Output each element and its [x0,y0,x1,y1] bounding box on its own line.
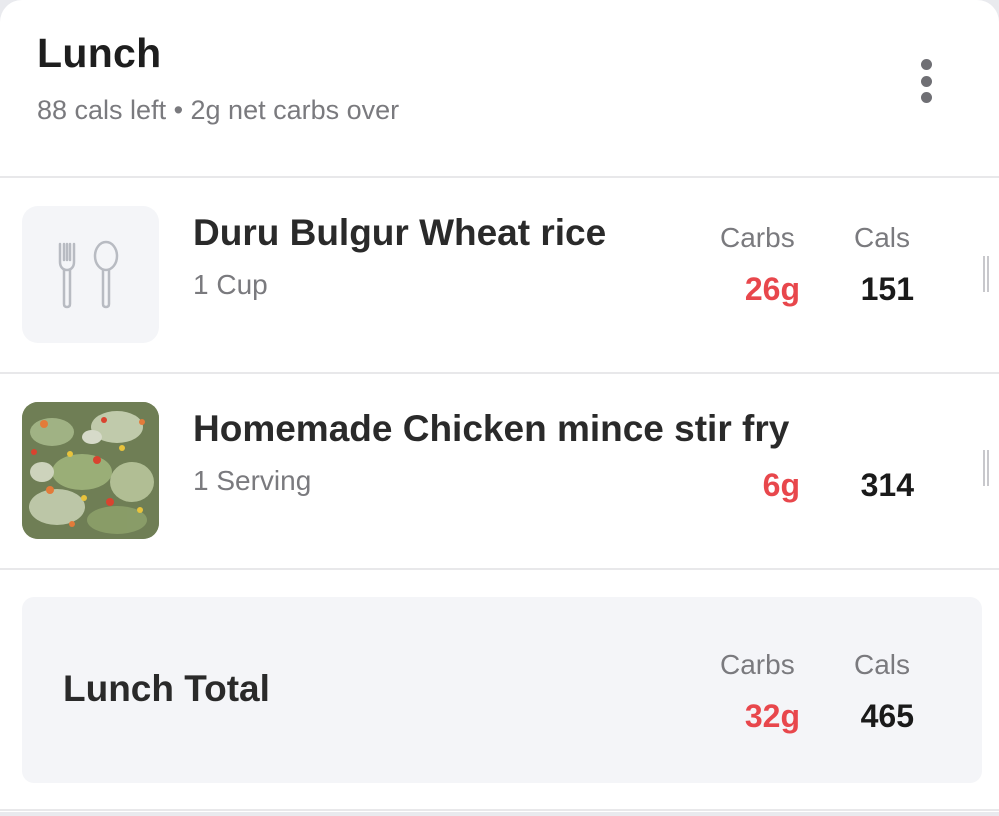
meal-title: Lunch [37,30,162,76]
food-name: Homemade Chicken mince stir fry [193,408,790,449]
cals-column-label: Cals [854,222,911,253]
fork-spoon-icon [58,240,118,308]
meal-card: Lunch 88 cals left • 2g net carbs over D… [0,0,999,812]
food-thumbnail-placeholder [22,206,159,343]
divider [0,809,999,811]
food-item-row[interactable]: Homemade Chicken mince stir fry 1 Servin… [0,374,999,570]
more-vertical-icon [920,59,932,70]
drag-handle-icon[interactable] [983,256,989,292]
food-carbs-value: 26g [744,271,800,307]
meal-total-panel: Lunch Total Carbs Cals 32g 465 [22,597,982,783]
meal-header: Lunch 88 cals left • 2g net carbs over [0,0,999,178]
total-cals-value: 465 [860,698,914,734]
food-carbs-value: 6g [762,467,800,503]
total-carbs-value: 32g [744,698,800,734]
food-name: Duru Bulgur Wheat rice [193,212,607,253]
food-photo-image [22,402,159,539]
food-cals-value: 151 [860,271,914,307]
carbs-column-label: Carbs [720,222,795,253]
drag-handle-icon[interactable] [983,450,989,486]
food-item-row[interactable]: Duru Bulgur Wheat rice 1 Cup Carbs Cals … [0,178,999,374]
food-portion: 1 Cup [193,269,268,300]
cals-column-label: Cals [854,649,911,680]
food-photo [22,402,159,539]
meal-total-label: Lunch Total [63,668,270,709]
food-cals-value: 314 [860,467,914,503]
meal-subtitle: 88 cals left • 2g net carbs over [37,95,400,125]
food-portion: 1 Serving [193,465,312,496]
carbs-column-label: Carbs [720,649,795,680]
more-options-button[interactable] [906,55,946,107]
